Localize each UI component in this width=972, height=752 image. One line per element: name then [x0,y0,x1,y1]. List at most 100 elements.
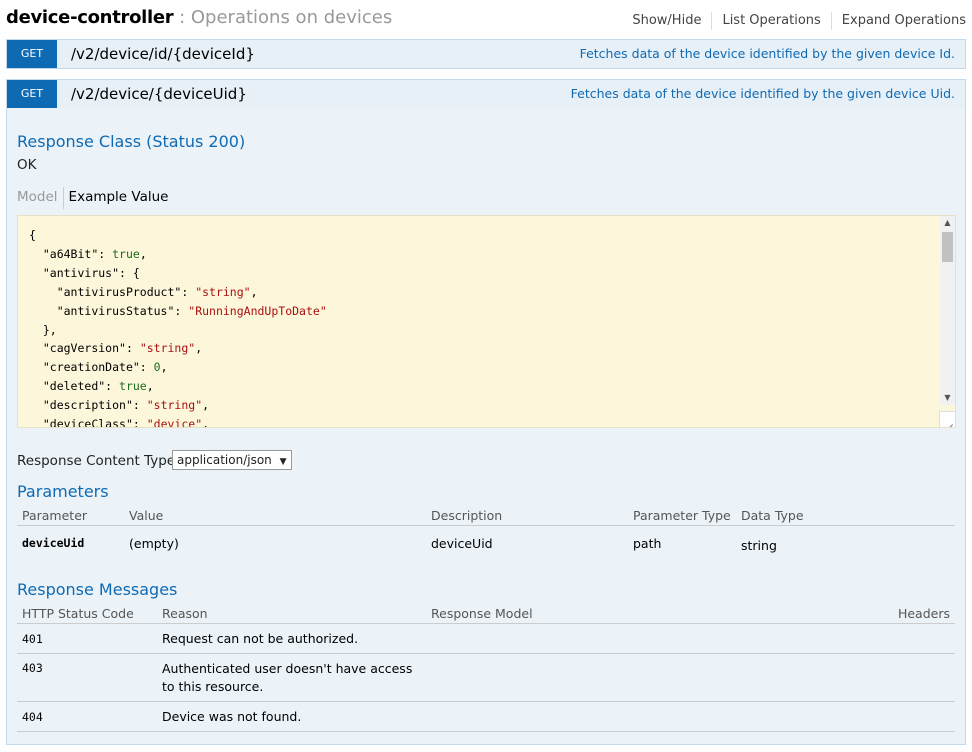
operation-get-device-by-id: GET /v2/device/id/{deviceId} Fetches dat… [6,39,966,69]
json-key: "creationDate" [42,360,140,375]
json-line: "deleted": true, [42,379,154,394]
response-messages-table: HTTP Status Code Reason Response Model H… [17,603,955,732]
response-status-text: OK [17,157,37,173]
response-message-row: 401 Request can not be authorized. [17,623,955,654]
scroll-thumb[interactable] [942,232,953,262]
response-content-type-select[interactable]: application/json ▼ [172,450,292,470]
json-value: { [132,265,140,280]
col-data-type: Data Type [736,505,955,526]
status-reason: Authenticated user doesn't have access t… [157,653,426,702]
json-line: "antivirusStatus": "RunningAndUpToDate" [56,303,327,318]
parameter-name: deviceUid [22,536,85,550]
status-response-model [426,701,806,732]
resource-description: : Operations on devices [173,7,393,28]
status-headers [806,701,955,732]
json-line: "antivirus": { [42,265,140,280]
json-line: "antivirusProduct": "string", [56,284,258,299]
status-response-model [426,653,806,702]
json-punctuation: }, [42,322,57,337]
operation-path[interactable]: /v2/device/id/{deviceId} [71,40,255,68]
col-value: Value [124,505,426,526]
operation-summary[interactable]: Fetches data of the device identified by… [571,80,955,108]
http-verb-badge[interactable]: GET [7,80,57,108]
parameters-title: Parameters [17,482,109,501]
status-headers [806,653,955,702]
status-headers [806,623,955,654]
json-value: 0 [153,360,161,375]
json-value: "device" [146,417,203,428]
json-key: "a64Bit" [42,246,99,261]
json-value: "string" [146,398,203,413]
response-messages-header-row: HTTP Status Code Reason Response Model H… [17,603,955,624]
scroll-up-arrow-icon[interactable]: ▲ [940,216,955,230]
operation-heading[interactable]: GET /v2/device/id/{deviceId} Fetches dat… [7,40,965,68]
list-operations-link[interactable]: List Operations [712,12,832,30]
status-response-model [426,623,806,654]
operation-path[interactable]: /v2/device/{deviceUid} [71,80,247,108]
json-value: "string" [195,284,251,299]
response-message-row: 404 Device was not found. [17,701,955,732]
json-punctuation: { [29,228,36,242]
col-http-status-code: HTTP Status Code [17,603,157,624]
status-code: 404 [17,701,157,732]
model-tab[interactable]: Model [17,187,64,209]
selected-content-type: application/json [177,453,272,467]
json-key: "antivirusProduct" [56,284,182,299]
json-key: "antivirusStatus" [56,303,175,318]
json-value: true [119,379,147,394]
json-value: "string" [139,341,196,356]
json-key: "deleted" [42,379,106,394]
col-parameter-type: Parameter Type [628,505,736,526]
json-line: "a64Bit": true, [42,246,147,261]
example-json: { "a64Bit": true, "antivirus": { "antivi… [29,226,327,428]
col-headers: Headers [806,603,955,624]
parameter-data-type: string [741,537,777,553]
json-key: "antivirus" [42,265,120,280]
parameters-table: Parameter Value Description Parameter Ty… [17,505,955,560]
status-reason: Device was not found. [157,701,426,732]
dropdown-arrow-icon: ▼ [279,457,287,467]
json-line: }, [29,321,327,340]
json-key: "deviceClass" [42,417,133,428]
json-line: "description": "string", [42,398,210,413]
resource-name[interactable]: device-controller [6,7,174,28]
status-reason: Request can not be authorized. [157,623,426,654]
col-reason: Reason [157,603,426,624]
json-line: "cagVersion": "string", [42,341,203,356]
operation-heading[interactable]: GET /v2/device/{deviceUid} Fetches data … [7,80,965,108]
response-messages-title: Response Messages [17,580,178,599]
col-description: Description [426,505,628,526]
col-parameter: Parameter [17,505,124,526]
json-line: { [29,226,327,245]
json-value: true [112,246,140,261]
response-class-title: Response Class (Status 200) [17,132,246,151]
http-verb-badge[interactable]: GET [7,40,57,68]
example-value-box[interactable]: { "a64Bit": true, "antivirus": { "antivi… [17,215,956,428]
expand-operations-link[interactable]: Expand Operations [832,12,966,30]
parameters-header-row: Parameter Value Description Parameter Ty… [17,505,955,526]
resource-header: device-controller : Operations on device… [6,6,966,32]
json-line: "creationDate": 0, [42,360,168,375]
json-value: "RunningAndUpToDate" [188,303,327,318]
resize-grip-icon[interactable] [939,411,955,427]
json-key: "description" [42,398,133,413]
json-line: "deviceClass": "device", [29,415,327,428]
status-code: 401 [17,623,157,654]
status-code: 403 [17,653,157,702]
col-response-model: Response Model [426,603,806,624]
parameter-type: path [633,535,662,551]
scroll-down-arrow-icon[interactable]: ▼ [940,391,955,405]
json-key: "cagVersion" [42,341,126,356]
parameter-description: deviceUid [431,535,493,551]
parameter-value[interactable]: (empty) [124,526,426,561]
response-content-type-label: Response Content Type [17,453,176,469]
parameter-row: deviceUid (empty) deviceUid path string [17,526,955,561]
resource-nav: Show/Hide List Operations Expand Operati… [622,12,966,30]
operation-get-device-by-uid: GET /v2/device/{deviceUid} Fetches data … [6,79,966,745]
example-value-tab[interactable]: Example Value [64,187,169,209]
operation-summary[interactable]: Fetches data of the device identified by… [580,40,955,68]
vertical-scrollbar[interactable]: ▲ ▼ [940,216,955,405]
response-message-row: 403 Authenticated user doesn't have acce… [17,653,955,702]
show-hide-link[interactable]: Show/Hide [622,12,713,30]
resource-title[interactable]: device-controller : Operations on device… [6,6,392,30]
